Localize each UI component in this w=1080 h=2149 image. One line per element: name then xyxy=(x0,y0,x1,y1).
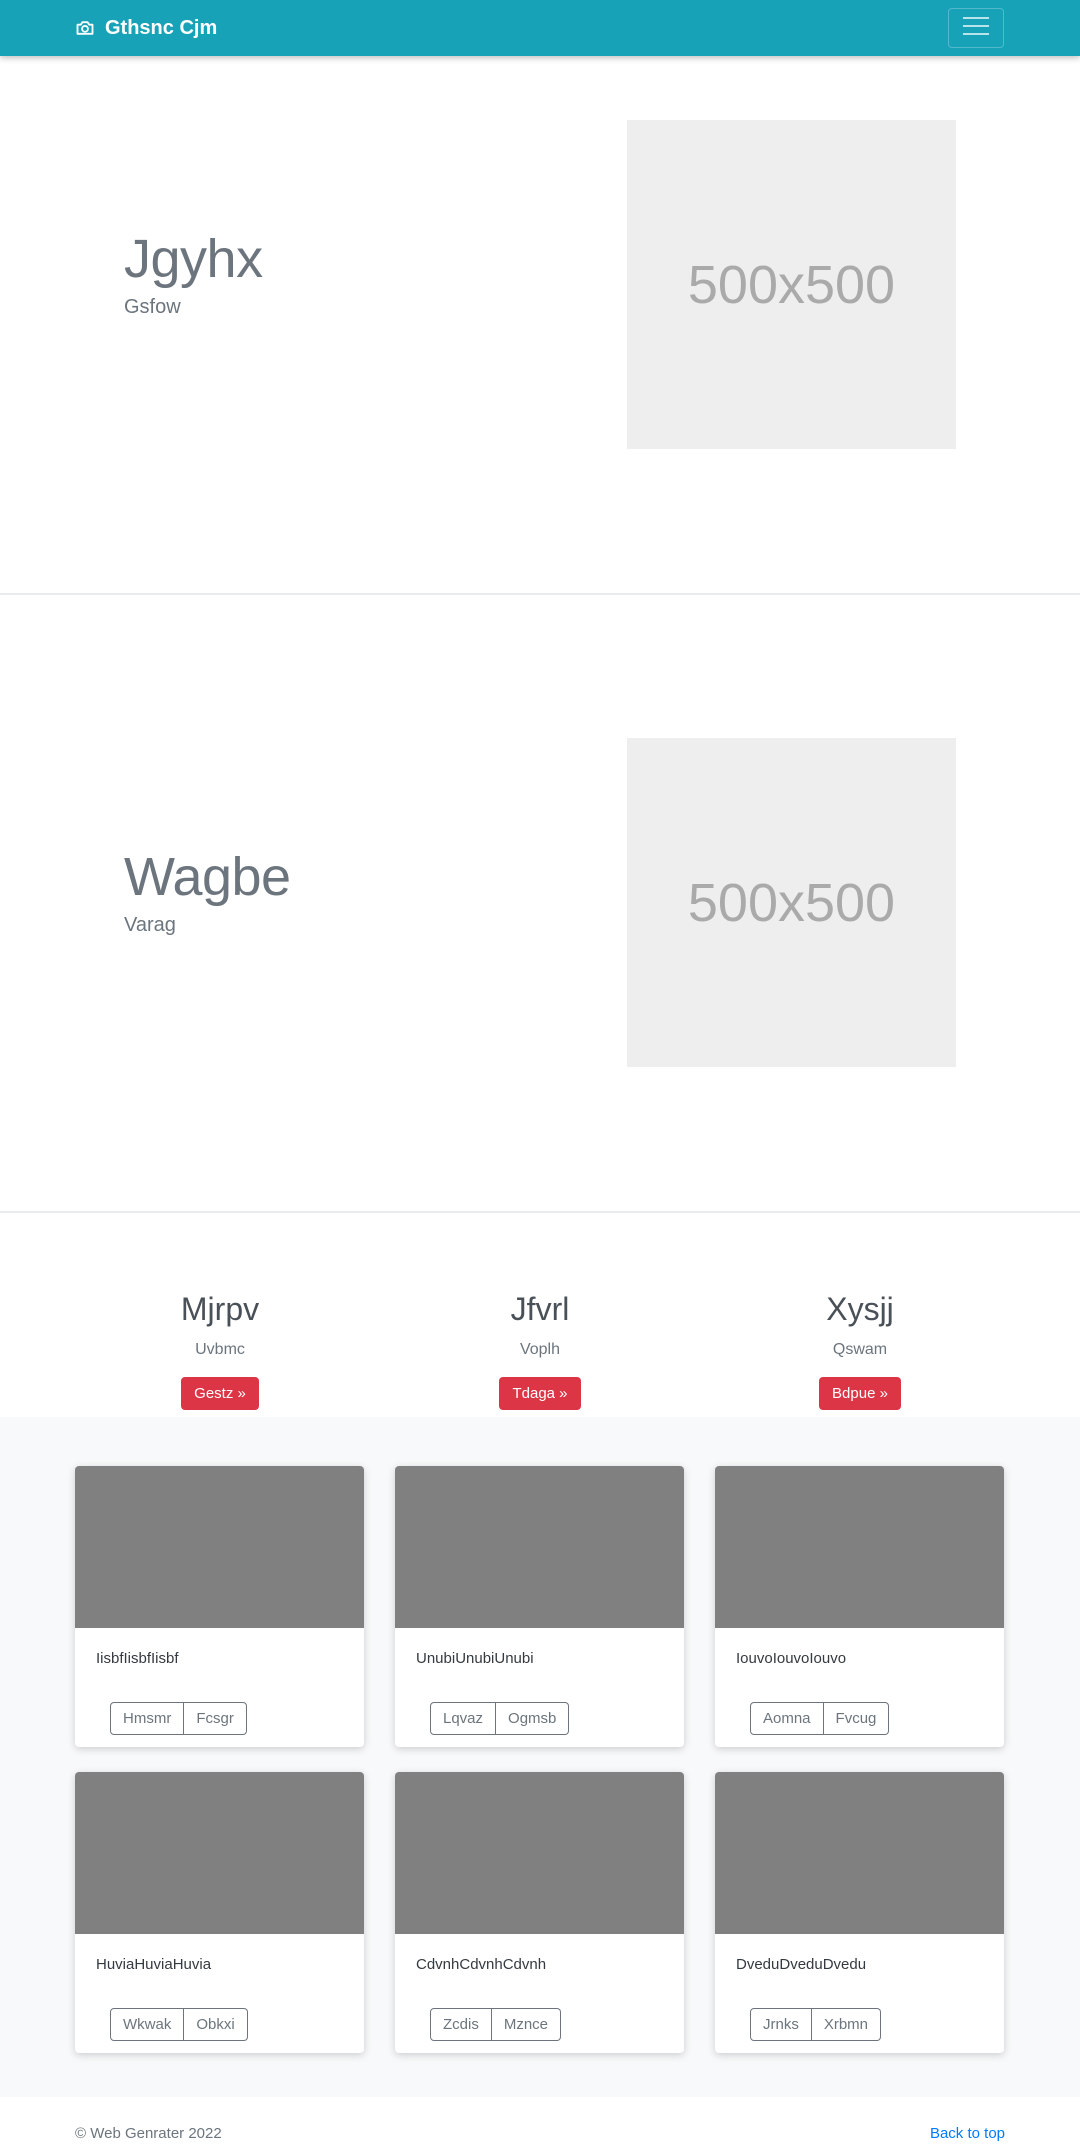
card-thumbnail xyxy=(715,1772,1004,1934)
featurette-2: Wagbe Varag 500x500 xyxy=(0,594,1080,1212)
column-button[interactable]: Gestz » xyxy=(181,1377,259,1410)
card-text: IouvoIouvoIouvo xyxy=(736,1650,847,1667)
navbar-toggler-button[interactable] xyxy=(948,8,1004,48)
card-thumbnail xyxy=(75,1772,364,1934)
card-button[interactable]: Lqvaz xyxy=(430,1702,497,1735)
column-heading: Mjrpv xyxy=(180,1291,260,1327)
card-text: DveduDveduDvedu xyxy=(736,1956,867,1973)
card-button[interactable]: Hmsmr xyxy=(110,1702,185,1735)
card-button-group: Wkwak Obkxi xyxy=(110,2008,248,2041)
card-button[interactable]: Ogmsb xyxy=(496,1702,570,1735)
album-card: IisbfIisbfIisbf Hmsmr Fcsgr xyxy=(75,1466,364,1747)
album-card: IouvoIouvoIouvo Aomna Fvcug xyxy=(715,1466,1004,1747)
image-placeholder-label: 500x500 xyxy=(687,254,896,315)
card-button[interactable]: Fvcug xyxy=(823,1702,890,1735)
card-button[interactable]: Xrbmn xyxy=(811,2008,882,2041)
card-text: UnubiUnubiUnubi xyxy=(416,1650,534,1667)
hamburger-icon xyxy=(963,15,989,42)
card-button[interactable]: Wkwak xyxy=(110,2008,185,2041)
column-text: Voplh xyxy=(519,1341,561,1358)
featurette-image: 500x500 xyxy=(627,738,956,1067)
album-card: DveduDveduDvedu Jrnks Xrbmn xyxy=(715,1772,1004,2053)
featurette-1: Jgyhx Gsfow 500x500 xyxy=(0,56,1080,594)
navbar: Gthsnc Cjm xyxy=(0,0,1080,56)
marketing-column: Mjrpv Uvbmc Gestz » xyxy=(60,1287,380,1410)
featurette-subheading: Gsfow xyxy=(124,296,181,318)
card-button-group: Jrnks Xrbmn xyxy=(750,2008,882,2041)
column-button[interactable]: Bdpue » xyxy=(819,1377,901,1410)
card-button[interactable]: Obkxi xyxy=(184,2008,248,2041)
column-heading: Xysjj xyxy=(826,1291,894,1327)
featurette-heading: Wagbe xyxy=(124,847,291,907)
card-thumbnail xyxy=(395,1466,684,1628)
card-button-group: Aomna Fvcug xyxy=(750,1702,890,1735)
card-thumbnail xyxy=(395,1772,684,1934)
card-button[interactable]: Aomna xyxy=(750,1702,824,1735)
card-text: IisbfIisbfIisbf xyxy=(96,1650,179,1667)
card-thumbnail xyxy=(75,1466,364,1628)
featurette-image: 500x500 xyxy=(627,120,956,449)
card-button-group: Hmsmr Fcsgr xyxy=(110,1702,247,1735)
card-button[interactable]: Zcdis xyxy=(430,2008,492,2041)
card-button[interactable]: Mznce xyxy=(491,2008,562,2041)
marketing-column: Jfvrl Voplh Tdaga » xyxy=(380,1287,700,1410)
camera-icon xyxy=(75,18,95,38)
column-text: Uvbmc xyxy=(195,1341,245,1358)
album-section: IisbfIisbfIisbf Hmsmr Fcsgr UnubiUnubiUn… xyxy=(0,1417,1080,2097)
brand-label: Gthsnc Cjm xyxy=(105,16,218,39)
image-placeholder-label: 500x500 xyxy=(687,872,896,933)
card-button-group: Zcdis Mznce xyxy=(430,2008,562,2041)
card-button-group: Lqvaz Ogmsb xyxy=(430,1702,570,1735)
featurette-subheading: Varag xyxy=(124,914,176,936)
footer: © Web Genrater 2022 Back to top xyxy=(0,2125,1080,2149)
album-card: CdvnhCdvnhCdvnh Zcdis Mznce xyxy=(395,1772,684,2053)
brand-link[interactable]: Gthsnc Cjm xyxy=(75,0,217,56)
card-button[interactable]: Fcsgr xyxy=(184,1702,247,1735)
marketing-column: Xysjj Qswam Bdpue » xyxy=(700,1287,1020,1410)
featurette-heading: Jgyhx xyxy=(124,229,263,289)
card-text: CdvnhCdvnhCdvnh xyxy=(416,1956,547,1973)
album-card: HuviaHuviaHuvia Wkwak Obkxi xyxy=(75,1772,364,2053)
card-button[interactable]: Jrnks xyxy=(750,2008,812,2041)
column-button[interactable]: Tdaga » xyxy=(499,1377,581,1410)
card-thumbnail xyxy=(715,1466,1004,1628)
column-text: Qswam xyxy=(832,1341,888,1358)
copyright-text: © Web Genrater 2022 xyxy=(75,2125,222,2142)
featurette-divider xyxy=(0,1211,1080,1213)
card-text: HuviaHuviaHuvia xyxy=(96,1956,212,1973)
back-to-top-link[interactable]: Back to top xyxy=(930,2125,1005,2142)
album-card: UnubiUnubiUnubi Lqvaz Ogmsb xyxy=(395,1466,684,1747)
column-heading: Jfvrl xyxy=(510,1291,570,1327)
